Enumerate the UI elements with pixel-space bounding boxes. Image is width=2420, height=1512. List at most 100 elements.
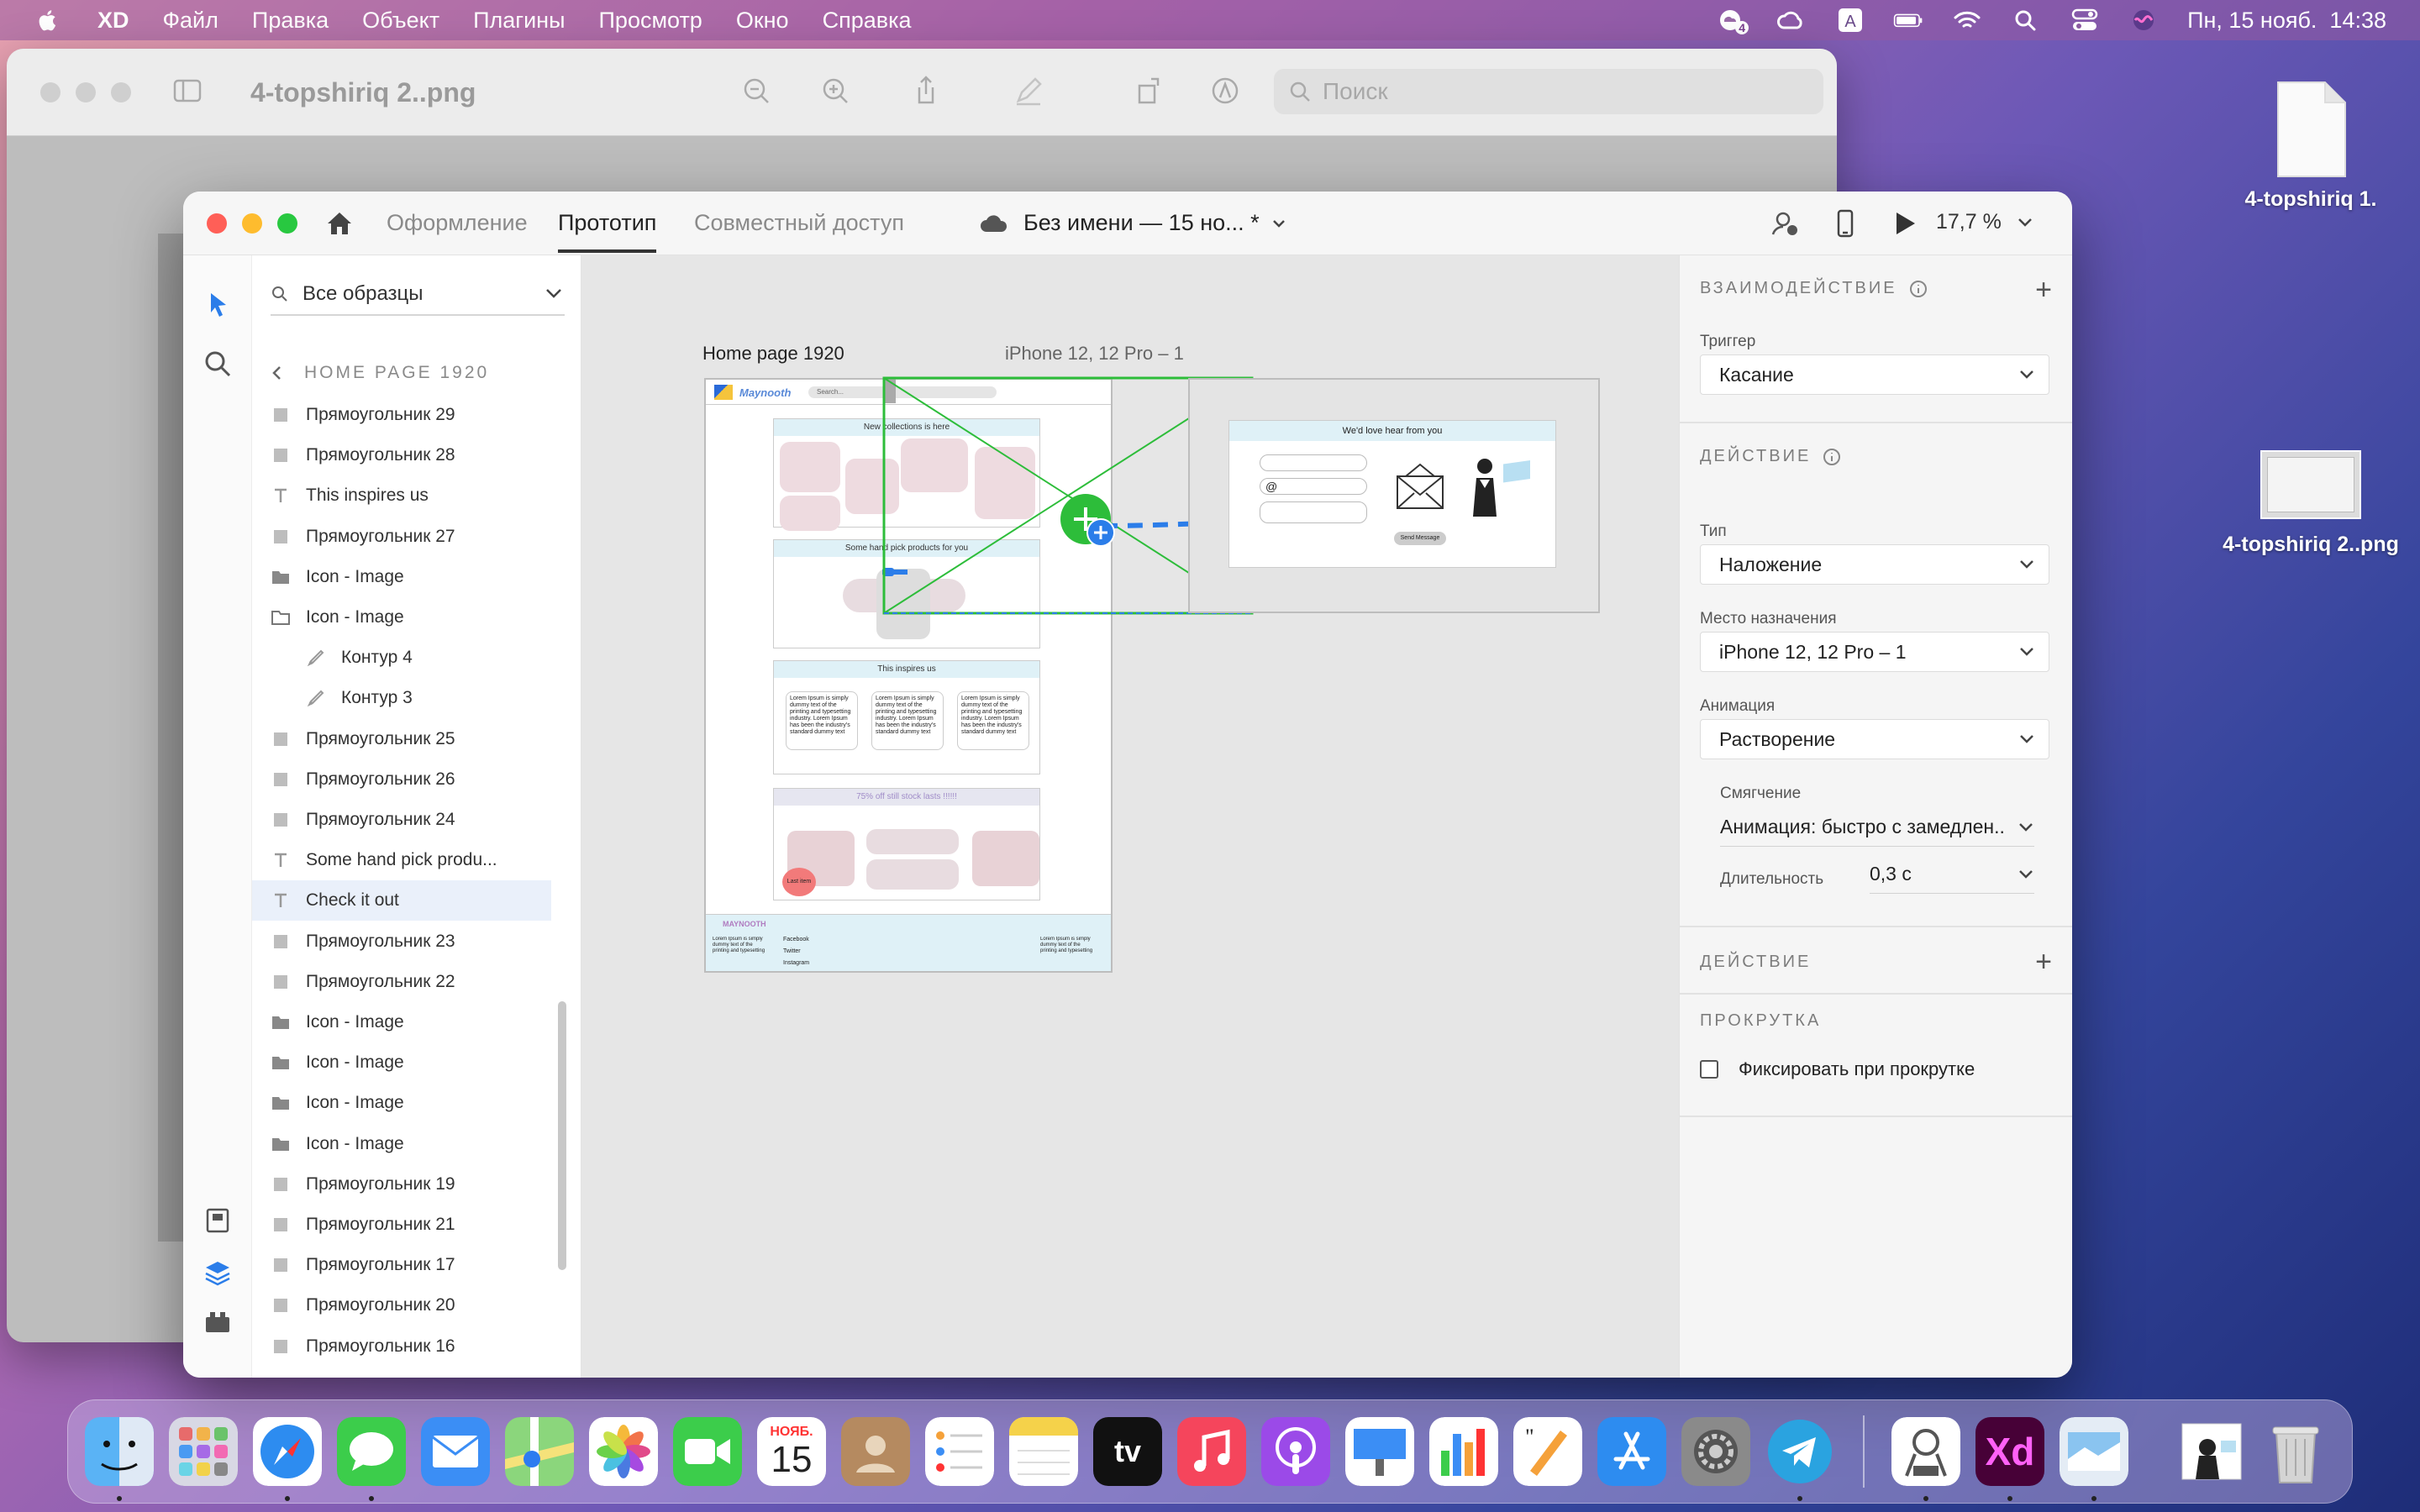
iphone-artboard-frame[interactable]: We'd love hear from you @ Send Message (1188, 378, 1600, 613)
music-icon[interactable] (1177, 1417, 1246, 1486)
apple-tv-icon[interactable]: tv (1093, 1417, 1162, 1486)
layer-row[interactable]: Прямоугольник 19 (252, 1164, 551, 1205)
document-title[interactable]: Без имени — 15 но... * (978, 210, 1286, 236)
layer-row[interactable]: Icon - Image (252, 557, 551, 597)
menu-window[interactable]: Окно (736, 8, 789, 34)
info-icon[interactable] (1823, 448, 1841, 466)
artboard-label-home[interactable]: Home page 1920 (702, 343, 844, 365)
wifi-icon[interactable] (1952, 8, 1982, 33)
layer-row[interactable]: Прямоугольник 20 (252, 1285, 551, 1326)
layer-row[interactable]: Прямоугольник 16 (252, 1326, 551, 1367)
annotate-icon[interactable] (1208, 74, 1242, 108)
layer-row[interactable]: Прямоугольник 25 (252, 719, 551, 759)
document-assets-icon[interactable] (202, 1205, 234, 1236)
trash-icon[interactable] (2261, 1417, 2330, 1486)
app-store-icon[interactable] (1597, 1417, 1666, 1486)
finder-icon[interactable] (85, 1417, 154, 1486)
zoom-level[interactable]: 17,7 % (1936, 210, 2002, 234)
share-user-icon[interactable] (1770, 208, 1800, 243)
layer-row[interactable]: Check it out (252, 880, 551, 921)
control-center-icon[interactable] (2070, 8, 2100, 33)
type-dropdown[interactable]: Наложение (1700, 544, 2049, 585)
layer-row[interactable]: Прямоугольник 26 (252, 759, 551, 800)
zoom-tool-icon[interactable] (202, 348, 234, 380)
apple-logo-icon[interactable] (34, 6, 62, 34)
layer-row[interactable]: Прямоугольник 28 (252, 435, 551, 475)
launchpad-icon[interactable] (169, 1417, 238, 1486)
messages-icon[interactable] (337, 1417, 406, 1486)
siri-icon[interactable] (2128, 8, 2159, 33)
tab-design[interactable]: Оформление (387, 210, 528, 236)
battery-icon[interactable] (1893, 8, 1923, 33)
mail-icon[interactable] (421, 1417, 490, 1486)
layer-row[interactable]: Icon - Image (252, 597, 551, 638)
device-preview-icon[interactable] (1830, 208, 1860, 243)
layer-row[interactable]: Прямоугольник 24 (252, 800, 551, 840)
layer-row[interactable]: Прямоугольник 21 (252, 1205, 551, 1245)
podcasts-icon[interactable] (1261, 1417, 1330, 1486)
preview-zoom-button[interactable] (111, 82, 131, 102)
preview-close-button[interactable] (40, 82, 60, 102)
layer-row[interactable]: Icon - Image (252, 1042, 551, 1083)
minimize-button[interactable] (242, 213, 262, 234)
trigger-dropdown[interactable]: Касание (1700, 354, 2049, 395)
layer-row[interactable]: Some hand pick produ... (252, 840, 551, 880)
pages-icon[interactable]: " (1513, 1417, 1582, 1486)
layers-scrollbar[interactable] (558, 1001, 566, 1270)
zoom-in-icon[interactable] (818, 74, 852, 108)
image-capture-icon[interactable] (2060, 1417, 2128, 1486)
layer-row[interactable]: Прямоугольник 15 (252, 1367, 551, 1378)
home-icon[interactable] (324, 208, 355, 239)
safari-icon[interactable] (253, 1417, 322, 1486)
photos-icon[interactable] (589, 1417, 658, 1486)
tab-prototype[interactable]: Прототип (558, 210, 657, 253)
input-source-icon[interactable]: A (1834, 8, 1865, 33)
markup-pen-icon[interactable] (1012, 74, 1045, 108)
rotate-icon[interactable] (1133, 74, 1166, 108)
sidebar-toggle-icon[interactable] (171, 74, 205, 108)
destination-dropdown[interactable]: iPhone 12, 12 Pro – 1 (1700, 632, 2049, 672)
menu-view[interactable]: Просмотр (599, 8, 702, 34)
easing-dropdown[interactable]: Анимация: быстро с замедлен... (1720, 808, 2034, 847)
layer-row[interactable]: This inspires us (252, 475, 551, 516)
info-icon[interactable] (1909, 280, 1928, 298)
menu-edit[interactable]: Правка (252, 8, 329, 34)
downloads-stack-icon[interactable] (2177, 1417, 2246, 1486)
reminders-icon[interactable] (925, 1417, 994, 1486)
layers-icon[interactable] (202, 1257, 234, 1289)
add-action-button[interactable]: + (2035, 948, 2052, 976)
layer-row[interactable]: Прямоугольник 29 (252, 395, 551, 435)
layer-row[interactable]: Контур 3 (252, 678, 551, 718)
layer-row[interactable]: Icon - Image (252, 1083, 551, 1123)
duration-dropdown[interactable]: 0,3 с (1870, 855, 2034, 894)
facetime-icon[interactable] (673, 1417, 742, 1486)
layer-row[interactable]: Icon - Image (252, 1124, 551, 1164)
preview-minimize-button[interactable] (76, 82, 96, 102)
close-button[interactable] (207, 213, 227, 234)
layers-breadcrumb[interactable]: HOME PAGE 1920 (271, 363, 489, 383)
menu-help[interactable]: Справка (823, 8, 912, 34)
adobe-xd-icon[interactable]: Xd (1975, 1417, 2044, 1486)
notes-icon[interactable] (1009, 1417, 1078, 1486)
menu-file[interactable]: Файл (163, 8, 218, 34)
preview-search-field[interactable]: Поиск (1274, 69, 1823, 114)
preview-app-icon[interactable] (1891, 1417, 1960, 1486)
animation-dropdown[interactable]: Растворение (1700, 719, 2049, 759)
menu-object[interactable]: Объект (362, 8, 439, 34)
menu-app-name[interactable]: XD (97, 8, 129, 34)
creative-cloud-badge-icon[interactable]: 4 (1717, 8, 1749, 34)
desktop-file-2[interactable]: 4-topshiriq 2..png (2215, 450, 2407, 557)
zoom-out-icon[interactable] (739, 74, 773, 108)
fix-on-scroll-label[interactable]: Фиксировать при прокрутке (1739, 1058, 1975, 1080)
creative-cloud-icon[interactable] (1776, 8, 1806, 33)
layer-row[interactable]: Прямоугольник 27 (252, 517, 551, 557)
plugins-icon[interactable] (202, 1305, 234, 1337)
play-icon[interactable] (1889, 208, 1919, 243)
system-preferences-icon[interactable] (1681, 1417, 1750, 1486)
maps-icon[interactable] (505, 1417, 574, 1486)
contacts-icon[interactable] (841, 1417, 910, 1486)
keynote-icon[interactable] (1345, 1417, 1414, 1486)
menu-clock[interactable]: Пн, 15 нояб. 14:38 (2187, 8, 2386, 34)
add-interaction-button[interactable]: + (2035, 276, 2052, 304)
zoom-button[interactable] (277, 213, 297, 234)
